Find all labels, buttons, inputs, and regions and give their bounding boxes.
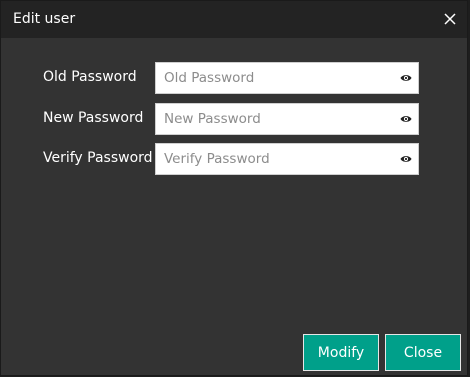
eye-icon[interactable] bbox=[400, 154, 412, 164]
verify-password-input[interactable] bbox=[164, 144, 384, 174]
old-password-row: Old Password bbox=[1, 62, 467, 94]
eye-icon[interactable] bbox=[400, 114, 412, 124]
verify-password-label: Verify Password bbox=[43, 150, 153, 166]
old-password-field-container bbox=[155, 62, 419, 94]
new-password-input[interactable] bbox=[164, 104, 384, 134]
dialog-title: Edit user bbox=[13, 11, 76, 27]
verify-password-field-container bbox=[155, 143, 419, 175]
eye-icon[interactable] bbox=[400, 73, 412, 83]
close-button[interactable]: Close bbox=[385, 334, 461, 371]
modify-button[interactable]: Modify bbox=[303, 334, 379, 371]
new-password-row: New Password bbox=[1, 103, 467, 135]
close-icon[interactable] bbox=[442, 11, 458, 27]
verify-password-row: Verify Password bbox=[1, 143, 467, 175]
new-password-label: New Password bbox=[43, 110, 144, 126]
dialog-titlebar: Edit user bbox=[1, 1, 467, 38]
edit-user-dialog: Edit user Old Password New Password bbox=[0, 0, 468, 376]
old-password-input[interactable] bbox=[164, 63, 384, 93]
old-password-label: Old Password bbox=[43, 69, 137, 85]
new-password-field-container bbox=[155, 103, 419, 135]
